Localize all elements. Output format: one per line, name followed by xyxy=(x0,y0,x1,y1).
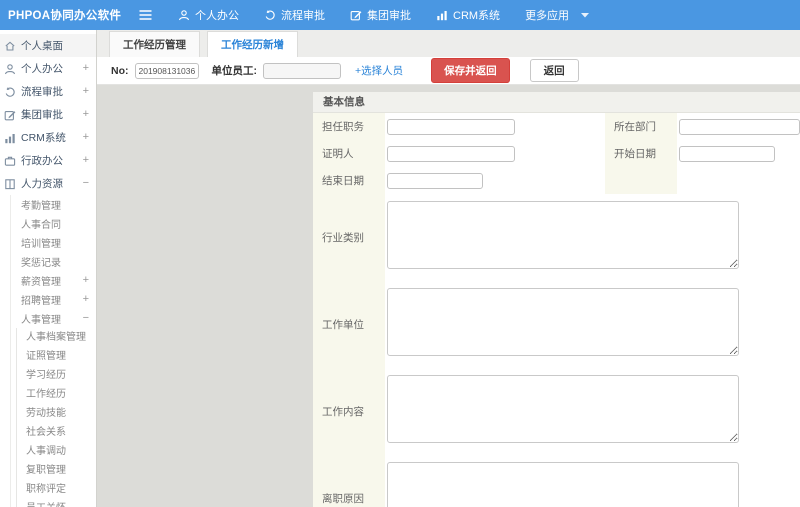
no-input[interactable] xyxy=(134,62,199,79)
no-label: No: xyxy=(111,64,129,77)
sidebar-item-recruit-mgmt[interactable]: 招聘管理 + xyxy=(11,290,96,309)
nav-process-approval[interactable]: 流程审批 xyxy=(264,7,325,23)
employee-input[interactable] xyxy=(263,62,341,79)
expand-toggle[interactable]: + xyxy=(83,132,89,143)
book-icon xyxy=(4,178,16,190)
nav-more-apps[interactable]: 更多应用 xyxy=(525,7,590,23)
end-date-label: 结束日期 xyxy=(313,167,385,194)
sidebar-item-license-mgmt[interactable]: 证照管理 xyxy=(17,347,96,366)
sidebar-item-study-experience[interactable]: 学习经历 xyxy=(17,366,96,385)
end-date-input[interactable] xyxy=(387,172,483,189)
industry-label: 行业类别 xyxy=(313,194,385,281)
sidebar-item-label: 流程审批 xyxy=(21,86,63,98)
department-label: 所在部门 xyxy=(605,113,677,140)
position-input[interactable] xyxy=(387,118,515,135)
job-content-label: 工作内容 xyxy=(313,368,385,455)
expand-toggle[interactable]: + xyxy=(83,86,89,97)
sidebar-item-personnel-transfer[interactable]: 人事调动 xyxy=(17,442,96,461)
department-input[interactable] xyxy=(679,118,800,135)
sidebar-item-labor-skills[interactable]: 劳动技能 xyxy=(17,404,96,423)
employee-label: 单位员工: xyxy=(211,65,258,77)
leave-reason-label: 离职原因 xyxy=(313,455,385,507)
sidebar-item-group-approval[interactable]: 集团审批 + xyxy=(0,103,96,126)
sidebar-item-process-approval[interactable]: 流程审批 + xyxy=(0,80,96,103)
work-experience-form: 基本信息 担任职务 所在部门 证明人 开始日期 结束日期 行业类别 工作单位 工… xyxy=(313,92,800,507)
start-date-input[interactable] xyxy=(679,145,775,162)
sidebar-item-label: 个人办公 xyxy=(21,63,63,75)
expand-toggle[interactable]: − xyxy=(83,178,89,189)
sidebar-item-reinstatement-mgmt[interactable]: 复职管理 xyxy=(17,461,96,480)
sidebar-item-personnel-archive[interactable]: 人事档案管理 xyxy=(17,328,96,347)
sidebar-item-title-evaluation[interactable]: 职称评定 xyxy=(17,480,96,499)
home-icon xyxy=(4,40,16,52)
empty-label-cell xyxy=(605,167,677,194)
sidebar-item-label: 个人桌面 xyxy=(21,40,63,52)
save-and-return-button[interactable]: 保存并返回 xyxy=(431,58,510,83)
briefcase-icon xyxy=(4,155,16,167)
sidebar-item-label: 人力资源 xyxy=(21,178,63,190)
company-label: 工作单位 xyxy=(313,281,385,368)
expand-toggle[interactable]: + xyxy=(83,155,89,166)
personnel-submenu: 人事档案管理 证照管理 学习经历 工作经历 劳动技能 社会关系 人事调动 复职管… xyxy=(16,328,96,507)
leave-reason-textarea[interactable] xyxy=(387,462,739,507)
sidebar-item-label: 行政办公 xyxy=(21,155,63,167)
sidebar-item-salary-mgmt[interactable]: 薪资管理 + xyxy=(11,271,96,290)
select-personnel-link[interactable]: +选择人员 xyxy=(355,63,403,78)
tab-bar: 工作经历管理 工作经历新增 xyxy=(97,30,800,57)
company-textarea[interactable] xyxy=(387,288,739,356)
nav-label: CRM系统 xyxy=(453,10,501,22)
expand-toggle[interactable]: + xyxy=(83,63,89,74)
nav-group-approval[interactable]: 集团审批 xyxy=(350,7,411,23)
sidebar-item-personal-desktop[interactable]: 个人桌面 xyxy=(0,34,96,57)
nav-personal-office[interactable]: 个人办公 xyxy=(178,7,239,23)
edit-icon xyxy=(350,9,362,21)
process-icon xyxy=(264,9,276,21)
witness-input[interactable] xyxy=(387,145,515,162)
toolbar: No: 单位员工: +选择人员 保存并返回 返回 xyxy=(97,57,800,85)
tab-work-experience-mgmt[interactable]: 工作经历管理 xyxy=(109,31,200,57)
nav-label: 流程审批 xyxy=(281,10,325,22)
sidebar-item-human-resources[interactable]: 人力资源 − xyxy=(0,172,96,195)
top-bar: PHPOA协同办公软件 个人办公 流程审批 集团审批 CRM系统 更多应用 xyxy=(0,0,800,30)
job-content-textarea[interactable] xyxy=(387,375,739,443)
sidebar-item-crm-system[interactable]: CRM系统 + xyxy=(0,126,96,149)
nav-crm-system[interactable]: CRM系统 xyxy=(436,7,500,23)
chevron-down-icon xyxy=(581,12,590,18)
sidebar-item-label: 集团审批 xyxy=(21,109,63,121)
sidebar-item-hr-contract[interactable]: 人事合同 xyxy=(11,214,96,233)
content-area: 基本信息 担任职务 所在部门 证明人 开始日期 结束日期 行业类别 工作单位 工… xyxy=(97,85,800,507)
chart-icon xyxy=(436,9,448,21)
sidebar-item-employee-care[interactable]: 员工关怀 xyxy=(17,499,96,507)
main-area: 工作经历管理 工作经历新增 No: 单位员工: +选择人员 保存并返回 返回 基… xyxy=(97,30,800,507)
nav-label: 更多应用 xyxy=(525,10,570,22)
section-title: 基本信息 xyxy=(313,92,800,113)
sidebar-item-attendance-mgmt[interactable]: 考勤管理 xyxy=(11,195,96,214)
hr-submenu: 考勤管理 人事合同 培训管理 奖惩记录 薪资管理 + 招聘管理 + 人事管理 −… xyxy=(10,195,96,507)
start-date-label: 开始日期 xyxy=(605,140,677,167)
expand-toggle[interactable]: + xyxy=(83,109,89,120)
sidebar-item-reward-record[interactable]: 奖惩记录 xyxy=(11,252,96,271)
edit-icon xyxy=(4,109,16,121)
sidebar-item-personal-office[interactable]: 个人办公 + xyxy=(0,57,96,80)
sidebar: 个人桌面 个人办公 + 流程审批 + 集团审批 + CRM系统 + 行政办公 +… xyxy=(0,30,97,507)
hamburger-menu-icon[interactable] xyxy=(138,9,153,21)
chart-icon xyxy=(4,132,16,144)
industry-textarea[interactable] xyxy=(387,201,739,269)
sidebar-item-label: CRM系统 xyxy=(21,132,66,144)
process-icon xyxy=(4,86,16,98)
nav-label: 个人办公 xyxy=(195,10,239,22)
sidebar-item-training-mgmt[interactable]: 培训管理 xyxy=(11,233,96,252)
sidebar-item-admin-office[interactable]: 行政办公 + xyxy=(0,149,96,172)
user-icon xyxy=(178,9,190,21)
sidebar-item-personnel-mgmt[interactable]: 人事管理 − xyxy=(11,309,96,328)
sidebar-item-social-relations[interactable]: 社会关系 xyxy=(17,423,96,442)
position-label: 担任职务 xyxy=(313,113,385,140)
app-logo: PHPOA协同办公软件 xyxy=(8,10,122,22)
witness-label: 证明人 xyxy=(313,140,385,167)
nav-label: 集团审批 xyxy=(367,10,411,22)
tab-work-experience-new[interactable]: 工作经历新增 xyxy=(207,31,298,57)
user-icon xyxy=(4,63,16,75)
sidebar-item-work-experience[interactable]: 工作经历 xyxy=(17,385,96,404)
return-button[interactable]: 返回 xyxy=(529,59,579,82)
